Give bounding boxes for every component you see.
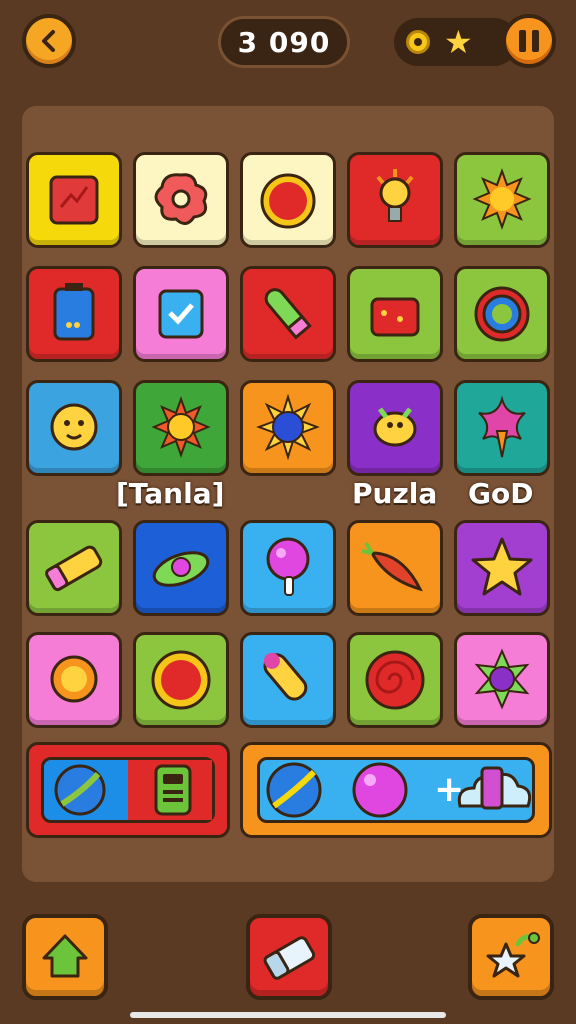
puzzle-tile[interactable] xyxy=(26,152,122,248)
star-icon: ★ xyxy=(444,23,473,61)
puzzle-tile[interactable] xyxy=(454,380,550,476)
top-bar: 3 090 ★ xyxy=(0,0,576,90)
pause-icon-bar xyxy=(519,30,526,52)
smiling-gear-icon xyxy=(50,403,98,451)
carrot-flower-icon xyxy=(478,395,526,458)
bottom-bar xyxy=(0,900,576,1024)
yellow-bird-icon xyxy=(373,407,417,447)
blue-orb-sun-icon xyxy=(256,393,320,461)
puzzle-tile[interactable] xyxy=(240,520,336,616)
puzzle-tile[interactable] xyxy=(454,152,550,248)
puzzle-tile[interactable] xyxy=(133,266,229,362)
star-magnet-icon xyxy=(486,932,540,978)
puzzle-tile[interactable] xyxy=(454,520,550,616)
score-display: 3 090 xyxy=(218,16,350,68)
overlay-label-middle: Puzla xyxy=(352,477,438,510)
red-swirl-icon xyxy=(365,650,425,710)
green-rocket-icon xyxy=(264,288,312,340)
red-heart-button-icon xyxy=(151,650,211,710)
red-notebook-icon xyxy=(49,175,99,225)
pause-icon-bar xyxy=(532,30,539,52)
puzzle-tile[interactable] xyxy=(347,266,443,362)
puzzle-tile[interactable] xyxy=(133,152,229,248)
chevron-left-icon xyxy=(42,30,55,52)
red-gift-box-icon xyxy=(370,297,420,337)
orange-sun-icon xyxy=(472,168,532,230)
puzzle-tile[interactable] xyxy=(133,632,229,728)
puzzle-tile[interactable] xyxy=(133,380,229,476)
puzzle-tile[interactable] xyxy=(133,520,229,616)
puzzle-tile[interactable] xyxy=(240,152,336,248)
yellow-rocket-icon xyxy=(263,652,308,701)
puzzle-tile[interactable] xyxy=(26,380,122,476)
red-flower-cookie-icon xyxy=(154,173,208,225)
pink-orb-icon xyxy=(352,762,408,818)
home-indicator[interactable] xyxy=(130,1012,446,1018)
blue-planet-icon xyxy=(54,764,106,816)
back-button[interactable] xyxy=(22,14,76,68)
blue-ring-icon xyxy=(474,286,530,342)
blue-battery-icon xyxy=(53,283,95,341)
cloud-gift-icon xyxy=(457,766,532,810)
puzzle-tile[interactable] xyxy=(347,632,443,728)
green-saucer-icon xyxy=(152,551,210,587)
green-house-icon xyxy=(42,934,88,978)
purple-flower-icon xyxy=(474,648,530,710)
tray-left-slot xyxy=(41,757,215,823)
lightbulb-icon xyxy=(376,169,414,222)
puzzle-tile[interactable] xyxy=(347,520,443,616)
puzzle-tile[interactable] xyxy=(454,266,550,362)
orange-gear-icon xyxy=(50,655,98,703)
puzzle-tile[interactable] xyxy=(454,632,550,728)
red-ball-icon xyxy=(260,173,316,229)
puzzle-tile[interactable] xyxy=(347,380,443,476)
item-tray-left[interactable] xyxy=(26,742,230,838)
tray-right-slot: + xyxy=(257,757,535,823)
eraser-button[interactable] xyxy=(246,914,332,1000)
checkbox-clipboard-icon xyxy=(158,289,204,339)
yellow-star-icon xyxy=(471,537,533,596)
home-button[interactable] xyxy=(22,914,108,1000)
magnet-star-button[interactable] xyxy=(468,914,554,1000)
currency-pill[interactable]: ★ xyxy=(394,18,518,66)
puzzle-tile[interactable] xyxy=(26,520,122,616)
sun-flower-icon xyxy=(151,396,211,458)
red-carrot-icon xyxy=(361,541,423,592)
pause-button[interactable] xyxy=(502,14,556,68)
puzzle-tile[interactable] xyxy=(26,266,122,362)
overlay-label-left: [Tanla] xyxy=(116,477,225,510)
puzzle-tile[interactable] xyxy=(347,152,443,248)
pink-lollipop-icon xyxy=(266,537,310,596)
blue-planet-icon xyxy=(266,762,322,818)
item-tray-right[interactable]: + xyxy=(240,742,552,838)
green-phone-icon xyxy=(154,764,192,816)
puzzle-tile[interactable] xyxy=(26,632,122,728)
puzzle-tile[interactable] xyxy=(240,380,336,476)
puzzle-tile[interactable] xyxy=(240,632,336,728)
plus-sign: + xyxy=(434,769,465,810)
eraser-icon xyxy=(263,936,316,980)
puzzle-tile[interactable] xyxy=(240,266,336,362)
yellow-crayon-icon xyxy=(45,545,103,592)
overlay-label-right: GoD xyxy=(468,477,534,510)
coin-icon xyxy=(406,30,430,54)
score-value: 3 090 xyxy=(237,25,331,59)
